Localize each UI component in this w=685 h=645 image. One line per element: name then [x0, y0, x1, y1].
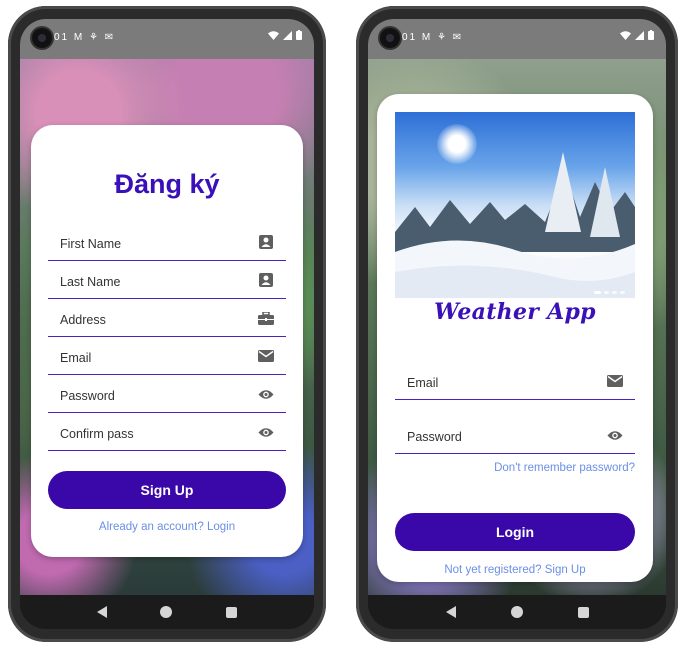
briefcase-icon	[258, 311, 274, 325]
carousel-indicators[interactable]	[594, 291, 625, 294]
carousel-dot[interactable]	[620, 291, 625, 294]
field-label: Password	[407, 430, 462, 444]
recents-icon[interactable]	[577, 606, 589, 618]
home-icon[interactable]	[510, 606, 523, 618]
eye-icon[interactable]	[258, 425, 274, 439]
field-label: Last Name	[60, 275, 121, 289]
login-link[interactable]: Already an account? Login	[31, 521, 303, 533]
field-label: Email	[407, 376, 439, 390]
page-title: Đăng ký	[114, 169, 220, 199]
eye-icon[interactable]	[258, 387, 274, 401]
password-field[interactable]: Password	[48, 377, 286, 413]
screen-signup: 01 M ⚘ ✉ Đăng ký First Name Last Name Ad…	[20, 19, 314, 629]
email-field[interactable]: Email	[48, 339, 286, 375]
login-button[interactable]: Login	[395, 513, 635, 551]
wifi-icon	[268, 30, 279, 40]
last-name-field[interactable]: Last Name	[48, 263, 286, 299]
signup-button[interactable]: Sign Up	[48, 471, 286, 509]
app-title: Weather App	[434, 299, 596, 325]
field-label: Password	[60, 389, 115, 403]
screen-login: 01 M ⚘ ✉ Weather App Email Password Don'…	[368, 19, 666, 629]
field-label: Address	[60, 313, 106, 327]
status-icons	[268, 30, 302, 40]
wifi-icon	[620, 30, 631, 40]
login-card: Weather App Email Password Don't remembe…	[377, 94, 653, 582]
contact-card-icon	[258, 273, 274, 287]
eye-icon[interactable]	[607, 428, 623, 442]
back-icon[interactable]	[445, 606, 456, 618]
carousel-dot[interactable]	[612, 291, 617, 294]
signal-icon	[635, 30, 644, 40]
field-label: First Name	[60, 237, 122, 251]
signal-icon	[283, 30, 292, 40]
signup-card: Đăng ký First Name Last Name Address Ema…	[31, 125, 303, 557]
mail-icon	[258, 349, 274, 363]
system-nav-bar	[368, 595, 666, 629]
mail-icon	[607, 374, 623, 388]
forgot-password-link[interactable]: Don't remember password?	[494, 462, 635, 474]
field-label: Email	[60, 351, 92, 365]
status-icons	[620, 30, 654, 40]
first-name-field[interactable]: First Name	[48, 225, 286, 261]
recents-icon[interactable]	[226, 606, 238, 618]
phone-login: 01 M ⚘ ✉ Weather App Email Password Don'…	[356, 6, 678, 642]
email-field[interactable]: Email	[395, 364, 635, 400]
confirm-password-field[interactable]: Confirm pass	[48, 415, 286, 451]
register-link[interactable]: Not yet registered? Sign Up	[377, 564, 653, 576]
status-bar: 01 M ⚘ ✉	[368, 19, 666, 59]
snowy-landscape	[395, 152, 635, 298]
back-icon[interactable]	[96, 606, 107, 618]
home-icon[interactable]	[160, 606, 173, 618]
address-field[interactable]: Address	[48, 301, 286, 337]
status-notifications: 01 M ⚘ ✉	[54, 32, 116, 43]
status-notifications: 01 M ⚘ ✉	[402, 32, 464, 43]
front-camera	[380, 28, 400, 48]
field-label: Confirm pass	[60, 427, 134, 441]
battery-icon	[648, 30, 654, 40]
battery-icon	[296, 30, 302, 40]
weather-banner-image	[395, 112, 635, 298]
phone-signup: 01 M ⚘ ✉ Đăng ký First Name Last Name Ad…	[8, 6, 326, 642]
contact-card-icon	[258, 235, 274, 249]
carousel-dot[interactable]	[604, 291, 609, 294]
front-camera	[32, 28, 52, 48]
status-bar: 01 M ⚘ ✉	[20, 19, 314, 59]
carousel-dot[interactable]	[594, 291, 601, 294]
system-nav-bar	[20, 595, 314, 629]
password-field[interactable]: Password	[395, 418, 635, 454]
